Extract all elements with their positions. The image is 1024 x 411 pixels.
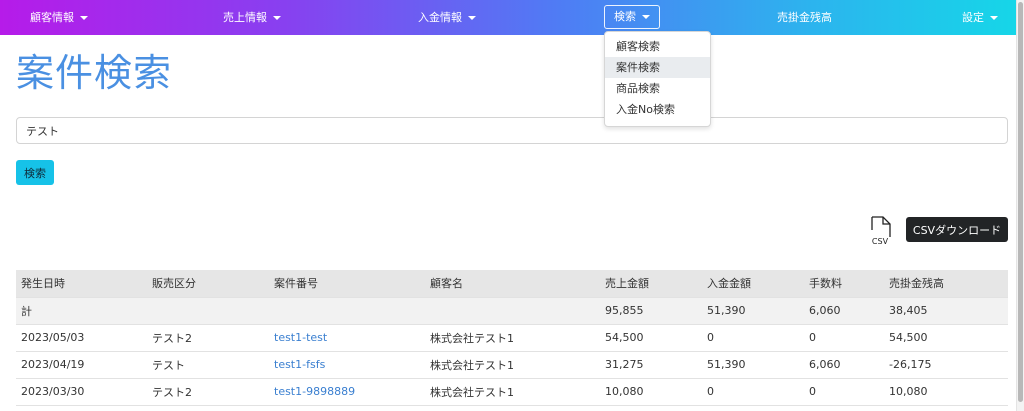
cell-balance: 54,500 [884, 324, 1008, 352]
results-table: 発生日時 販売区分 案件番号 顧客名 売上金額 入金金額 手数料 売掛金残高 計… [16, 270, 1008, 406]
csv-icon-text: CSV [872, 237, 889, 246]
caret-down-icon [80, 16, 88, 20]
caret-down-icon [468, 16, 476, 20]
cell-case-no: test1-9898889 [269, 378, 425, 406]
total-label: 計 [16, 297, 147, 325]
case-link[interactable]: test1-test [274, 331, 327, 344]
nav-settings[interactable]: 設定 [962, 0, 998, 35]
cell-balance: -26,175 [884, 351, 1008, 379]
cell-fee: 0 [804, 378, 884, 406]
cell-date: 2023/05/03 [16, 324, 147, 352]
cell-customer: 株式会社テスト1 [425, 351, 600, 379]
column-header-payment[interactable]: 入金金額 [702, 270, 804, 298]
csv-file-icon[interactable]: CSV [866, 216, 894, 246]
nav-search[interactable]: 検索 [604, 5, 660, 29]
caret-down-icon [990, 16, 998, 20]
table-cell [147, 297, 269, 325]
total-fee: 6,060 [804, 297, 884, 325]
column-header-category[interactable]: 販売区分 [147, 270, 269, 298]
cell-sales: 31,275 [600, 351, 702, 379]
cell-sales: 10,080 [600, 378, 702, 406]
cell-case-no: test1-fsfs [269, 351, 425, 379]
cell-customer: 株式会社テスト1 [425, 378, 600, 406]
page-title: 案件検索 [16, 51, 173, 95]
table-row: 2023/04/19 テスト test1-fsfs 株式会社テスト1 31,27… [16, 351, 1008, 379]
column-header-sales[interactable]: 売上金額 [600, 270, 702, 298]
dropdown-item-product-search[interactable]: 商品検索 [605, 78, 710, 99]
total-sales: 95,855 [600, 297, 702, 325]
cell-date: 2023/04/19 [16, 351, 147, 379]
table-row: 2023/03/30 テスト2 test1-9898889 株式会社テスト1 1… [16, 378, 1008, 406]
search-button[interactable]: 検索 [16, 160, 54, 185]
nav-customer-info[interactable]: 顧客情報 [30, 0, 88, 35]
dropdown-item-case-search[interactable]: 案件検索 [605, 57, 710, 78]
scrollbar-thumb[interactable] [1018, 2, 1023, 402]
total-balance: 38,405 [884, 297, 1008, 325]
cell-balance: 10,080 [884, 378, 1008, 406]
caret-down-icon [642, 15, 650, 19]
csv-download-button[interactable]: CSVダウンロード [906, 217, 1008, 242]
column-header-date[interactable]: 発生日時 [16, 270, 147, 298]
top-navbar: 顧客情報 売上情報 入金情報 検索 売掛金残高 設定 [0, 0, 1016, 35]
cell-sales: 54,500 [600, 324, 702, 352]
cell-payment: 0 [702, 324, 804, 352]
nav-payment-info[interactable]: 入金情報 [418, 0, 476, 35]
nav-sales-info-label: 売上情報 [223, 11, 267, 24]
table-cell [269, 297, 425, 325]
column-header-case-no[interactable]: 案件番号 [269, 270, 425, 298]
table-cell [425, 297, 600, 325]
cell-category: テスト2 [147, 324, 269, 352]
case-link[interactable]: test1-fsfs [274, 358, 325, 371]
cell-customer: 株式会社テスト1 [425, 324, 600, 352]
search-dropdown-menu: 顧客検索 案件検索 商品検索 入金No検索 [604, 31, 711, 127]
dropdown-item-customer-search[interactable]: 顧客検索 [605, 36, 710, 57]
total-payment: 51,390 [702, 297, 804, 325]
cell-category: テスト2 [147, 378, 269, 406]
cell-payment: 0 [702, 378, 804, 406]
cell-case-no: test1-test [269, 324, 425, 352]
column-header-customer[interactable]: 顧客名 [425, 270, 600, 298]
nav-settings-label: 設定 [962, 11, 984, 24]
total-row: 計 95,855 51,390 6,060 38,405 [16, 297, 1008, 325]
table-row: 2023/05/03 テスト2 test1-test 株式会社テスト1 54,5… [16, 324, 1008, 352]
nav-receivable-balance[interactable]: 売掛金残高 [777, 0, 832, 35]
nav-payment-info-label: 入金情報 [418, 11, 462, 24]
caret-down-icon [273, 16, 281, 20]
case-link[interactable]: test1-9898889 [274, 385, 355, 398]
cell-category: テスト [147, 351, 269, 379]
column-header-fee[interactable]: 手数料 [804, 270, 884, 298]
nav-sales-info[interactable]: 売上情報 [223, 0, 281, 35]
cell-fee: 6,060 [804, 351, 884, 379]
cell-payment: 51,390 [702, 351, 804, 379]
cell-date: 2023/03/30 [16, 378, 147, 406]
nav-receivable-balance-label: 売掛金残高 [777, 11, 832, 24]
search-input[interactable] [16, 117, 1008, 144]
table-header-row: 発生日時 販売区分 案件番号 顧客名 売上金額 入金金額 手数料 売掛金残高 [16, 270, 1008, 298]
column-header-balance[interactable]: 売掛金残高 [884, 270, 1008, 298]
nav-search-label: 検索 [614, 10, 636, 23]
nav-customer-info-label: 顧客情報 [30, 11, 74, 24]
vertical-scrollbar[interactable] [1016, 0, 1024, 411]
cell-fee: 0 [804, 324, 884, 352]
dropdown-item-payment-no-search[interactable]: 入金No検索 [605, 99, 710, 120]
